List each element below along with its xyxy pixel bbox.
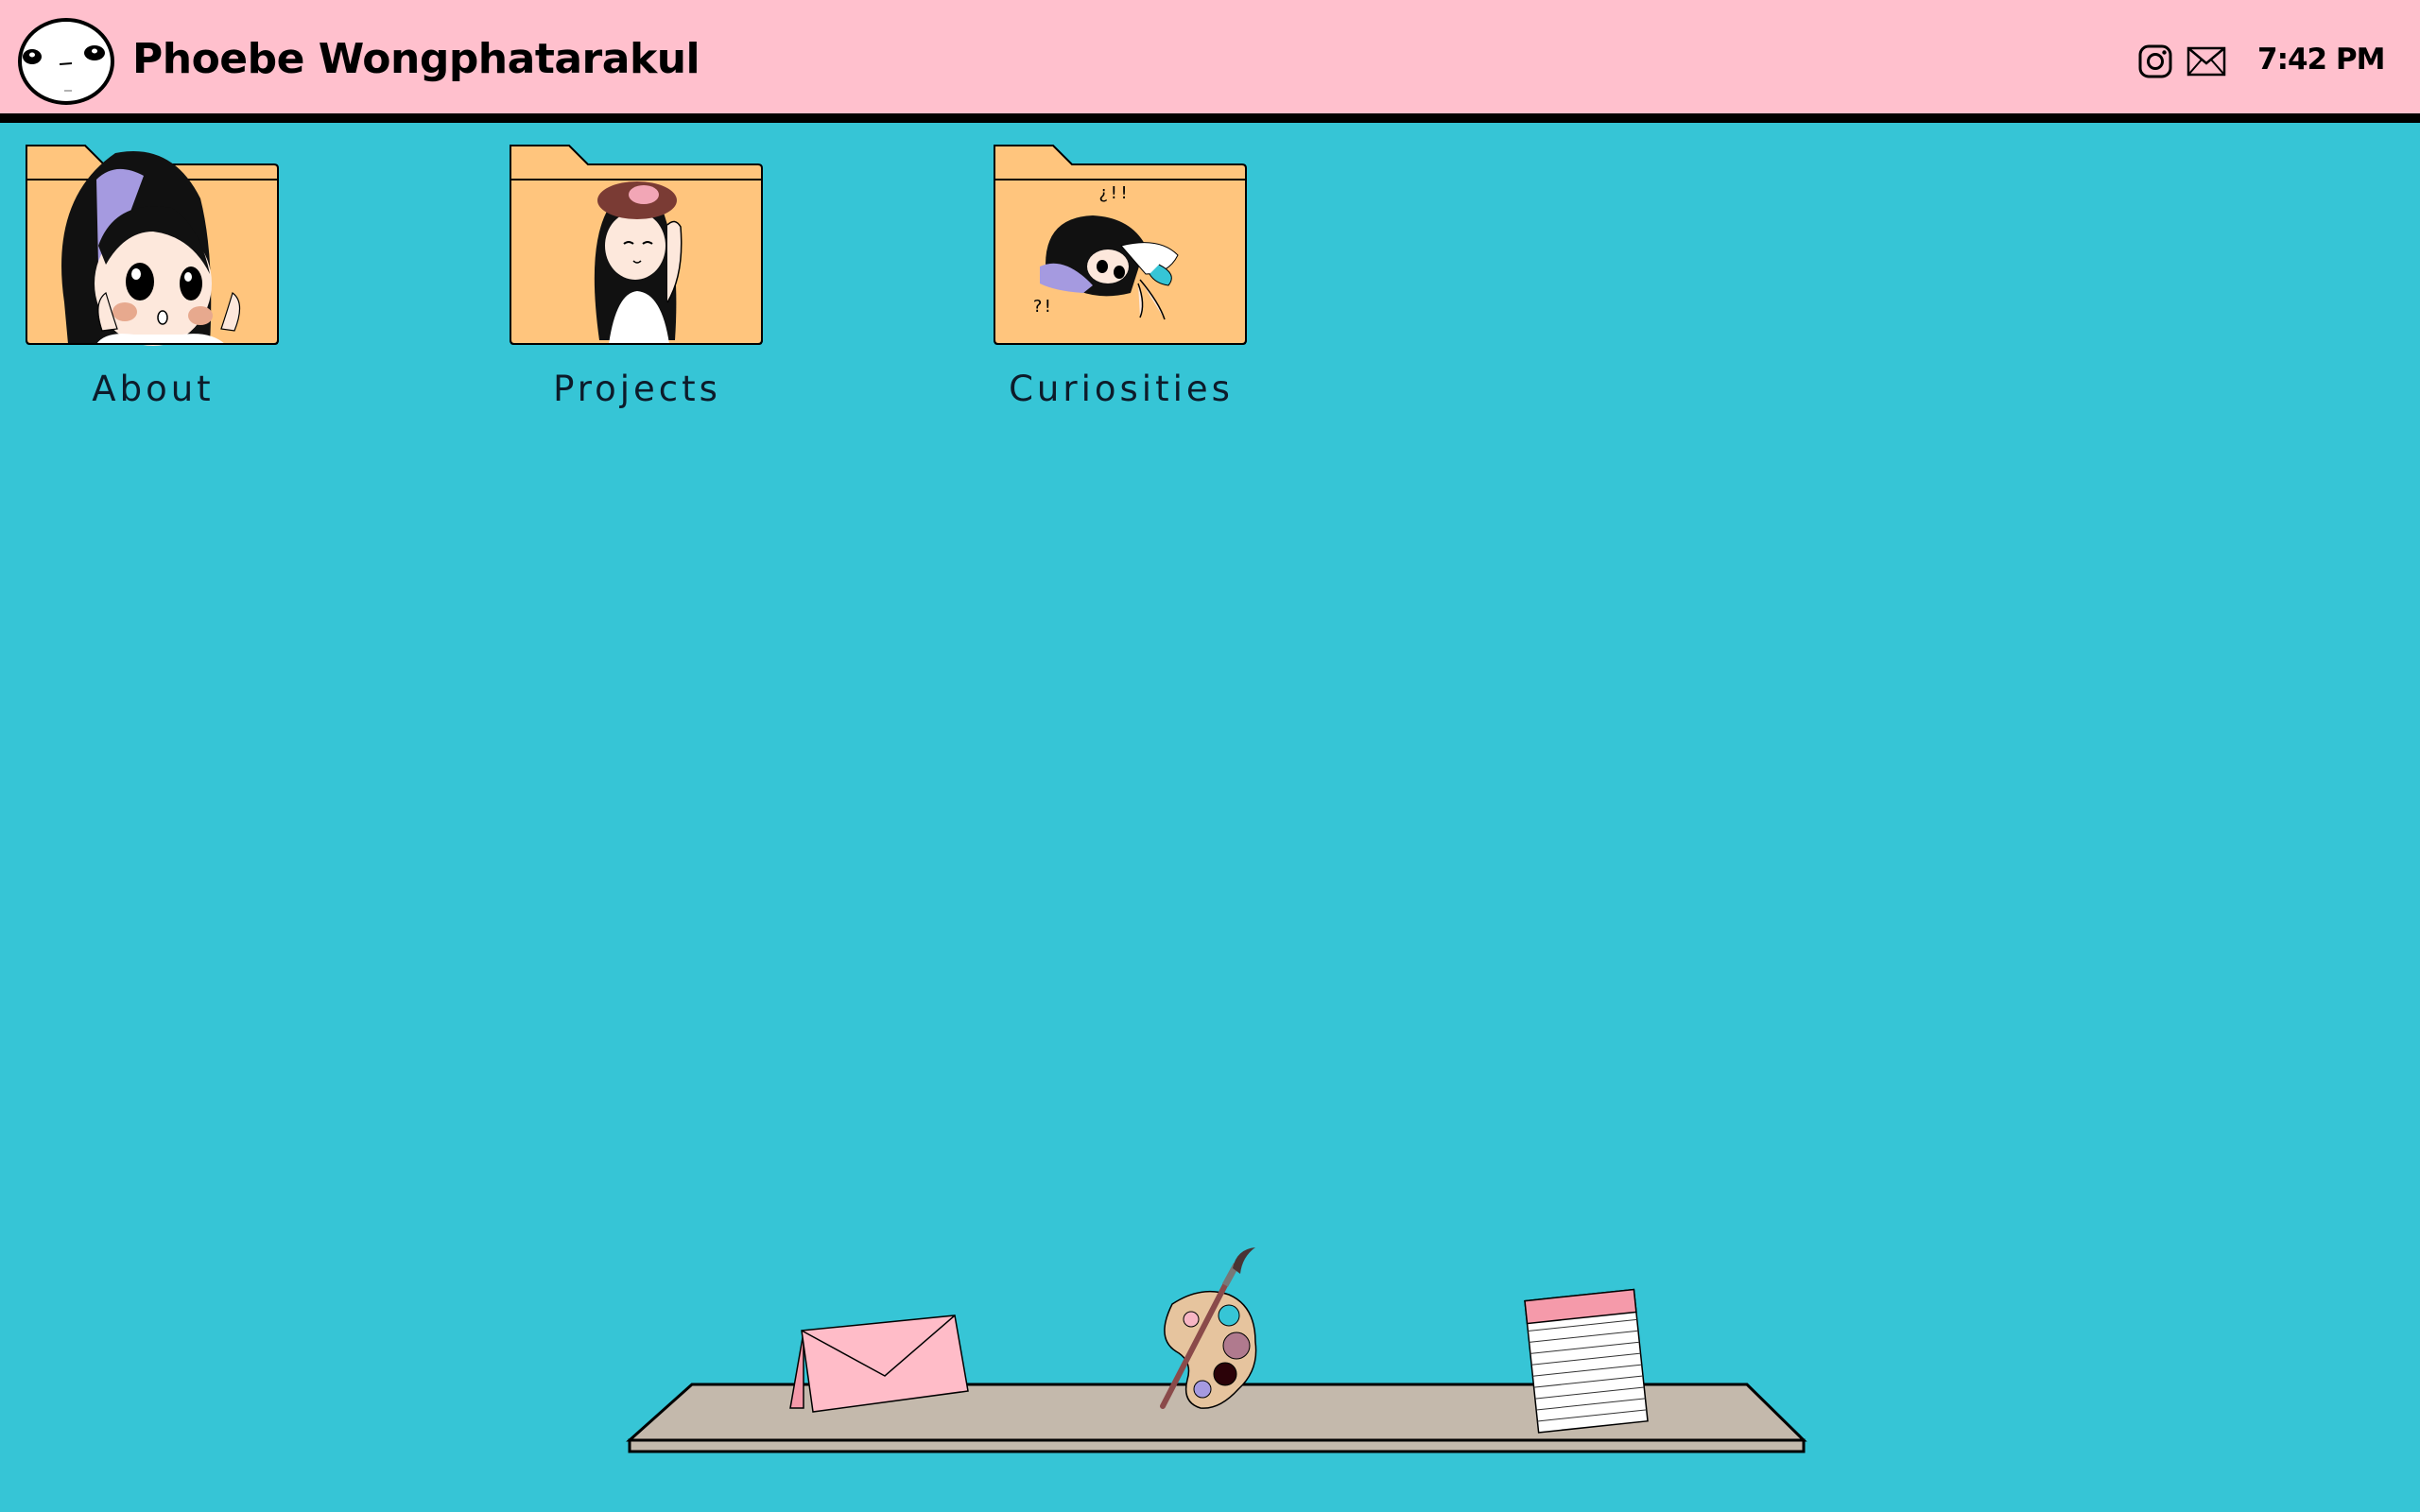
folder-about-icon bbox=[26, 145, 279, 346]
folder-curiosities-icon: ¿!! ?! bbox=[994, 145, 1247, 345]
desk-shelf bbox=[624, 1247, 1815, 1455]
folder-projects-label[interactable]: Projects bbox=[495, 369, 779, 409]
top-bar: Phoebe Wongphatarakul 7:42 PM bbox=[0, 0, 2420, 123]
folder-about-label[interactable]: About bbox=[11, 369, 295, 409]
clock: 7:42 PM bbox=[2257, 43, 2385, 77]
svg-text:¿!!: ¿!! bbox=[1098, 183, 1130, 203]
instagram-icon[interactable] bbox=[2138, 44, 2172, 78]
site-title[interactable]: Phoebe Wongphatarakul bbox=[132, 0, 700, 119]
folder-projects[interactable]: Projects bbox=[495, 142, 779, 425]
folder-curiosities-label[interactable]: Curiosities bbox=[979, 369, 1263, 409]
svg-text:?!: ?! bbox=[1032, 297, 1053, 317]
folder-about[interactable]: About bbox=[11, 142, 295, 425]
mail-icon[interactable] bbox=[2187, 46, 2226, 77]
notepad-icon[interactable] bbox=[1512, 1276, 1664, 1446]
folder-curiosities[interactable]: ¿!! ?! Curiosities bbox=[979, 142, 1263, 425]
envelope-icon[interactable] bbox=[785, 1314, 974, 1418]
folder-projects-icon bbox=[510, 145, 763, 345]
avatar-icon[interactable] bbox=[17, 17, 115, 106]
paint-palette-icon[interactable] bbox=[1134, 1247, 1286, 1427]
